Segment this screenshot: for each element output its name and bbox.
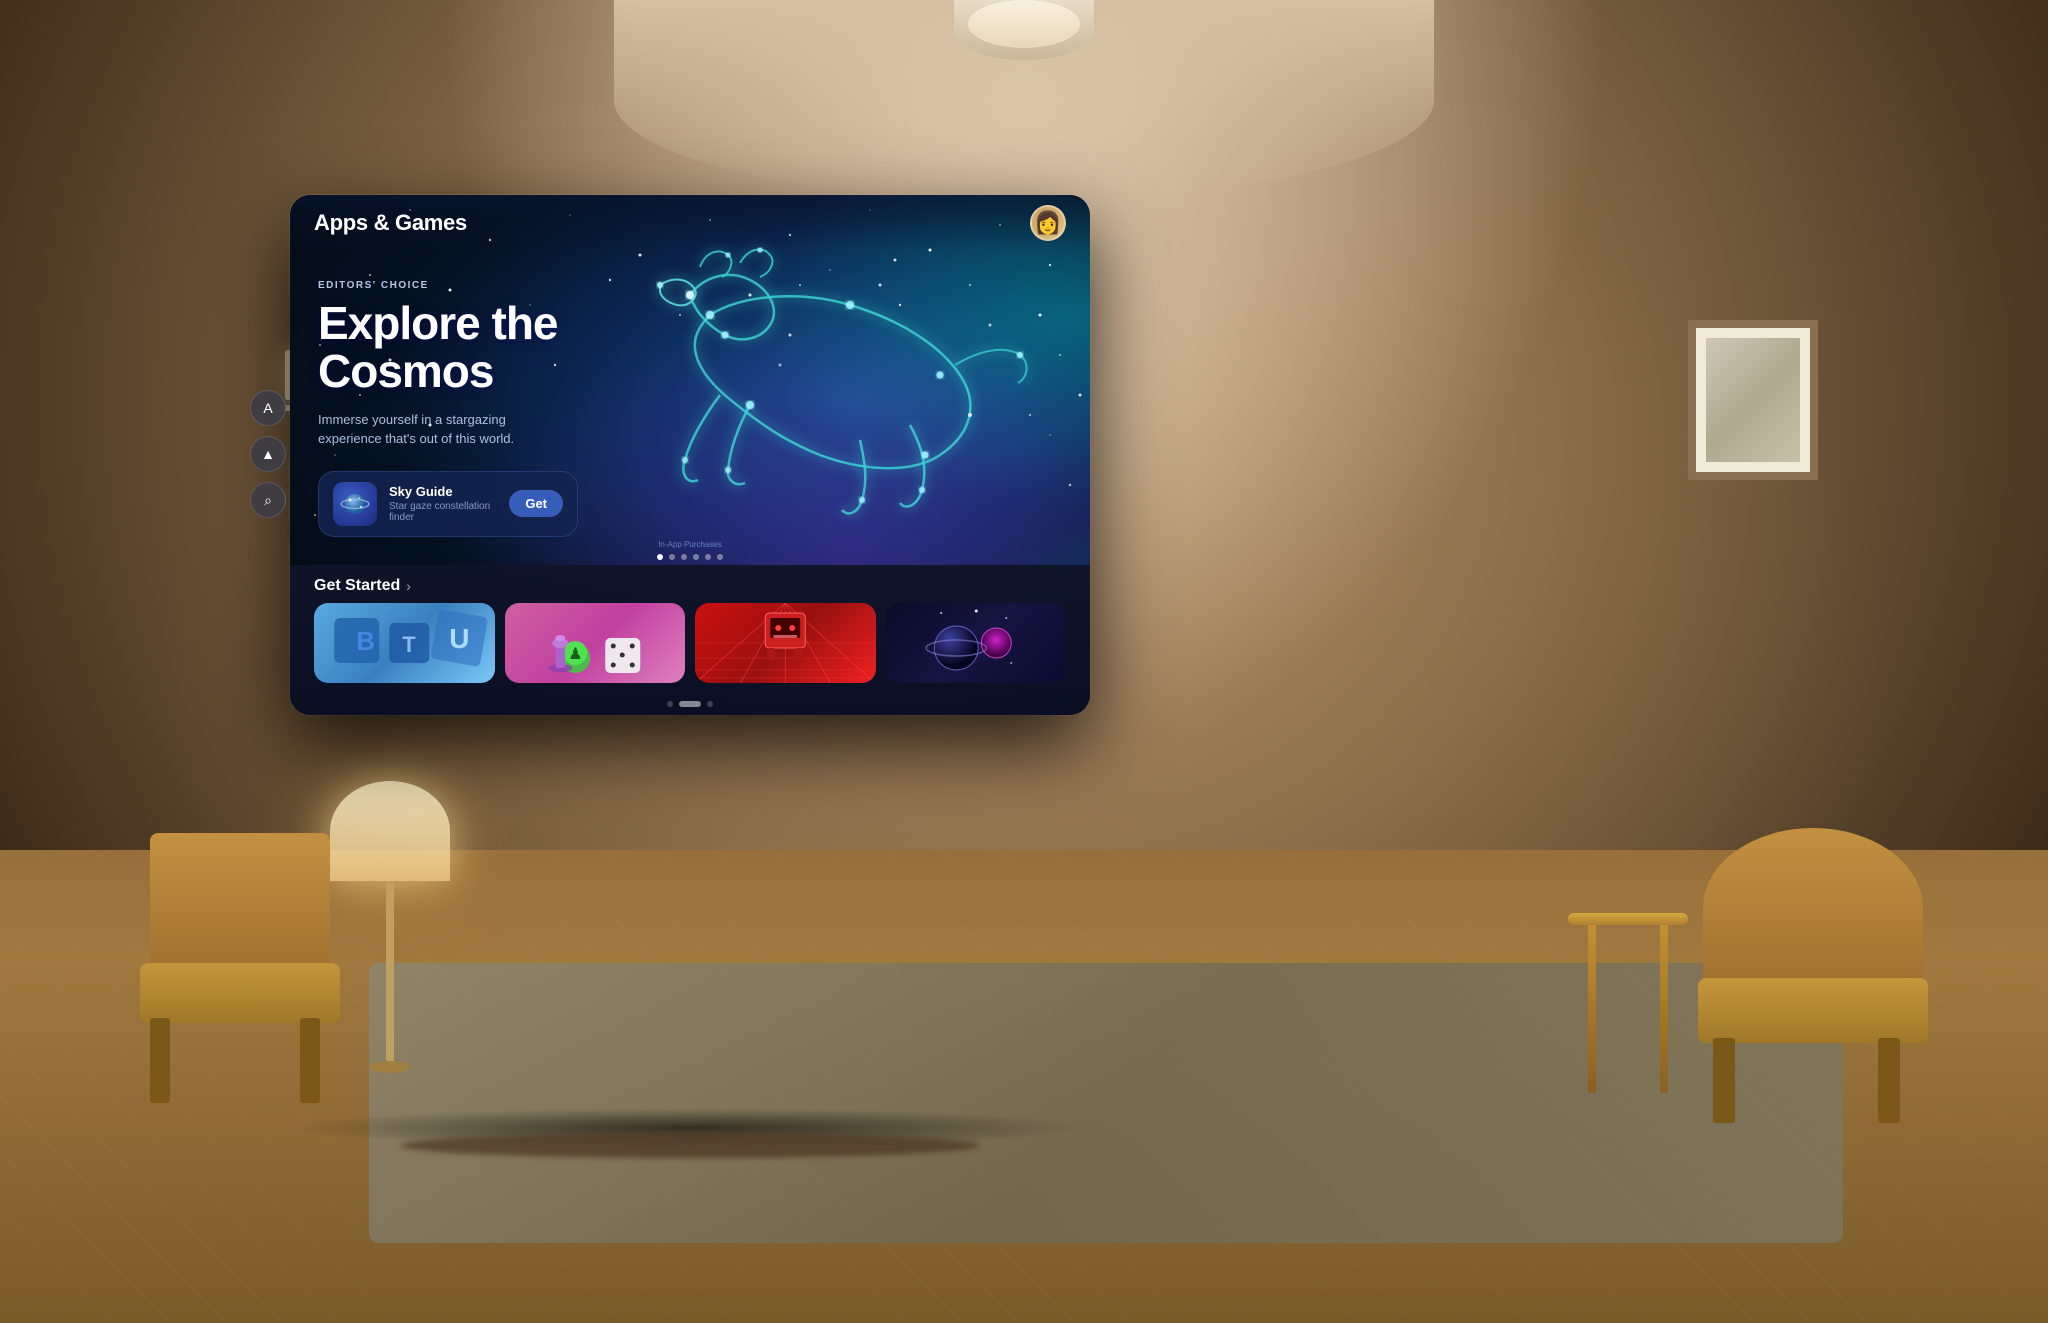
hero-title-line2: Cosmos: [318, 345, 493, 397]
app3-art: [695, 603, 876, 683]
right-chair: [1688, 823, 1948, 1123]
in-app-purchases-label: In-App Purchases: [318, 540, 1062, 549]
bottom-app-1[interactable]: B T U: [314, 603, 495, 683]
hero-title-line1: Explore the: [318, 297, 558, 349]
bottom-app-2[interactable]: ♟: [505, 603, 686, 683]
pagination-dot-1[interactable]: [657, 554, 663, 560]
app-card-wrapper: Sky Guide Star gaze constellation finder…: [318, 471, 1062, 549]
apps-icon: A: [263, 400, 272, 416]
app1-art: B T U: [314, 603, 495, 683]
svg-text:♟: ♟: [568, 646, 582, 663]
user-avatar[interactable]: [1030, 205, 1066, 241]
bottom-app-4[interactable]: [886, 603, 1067, 683]
app-subtitle: Star gaze constellation finder: [389, 501, 509, 523]
arcade-icon: ▲: [261, 446, 275, 462]
editors-choice-label: EDITORS' CHOICE: [318, 280, 1062, 291]
hero-title: Explore the Cosmos: [318, 299, 1062, 396]
sidebar-controls: A ▲ ⌕: [250, 390, 286, 518]
app4-art: [886, 603, 1067, 683]
bottom-apps-row: B T U ♟: [290, 603, 1090, 683]
app-name: Sky Guide: [389, 484, 509, 499]
app-info: Sky Guide Star gaze constellation finder: [389, 484, 509, 523]
left-chair: [130, 823, 360, 1103]
bottom-app-3[interactable]: [695, 603, 876, 683]
svg-text:T: T: [402, 632, 416, 657]
get-started-chevron[interactable]: ›: [406, 578, 411, 594]
svg-text:U: U: [449, 623, 469, 654]
header-bar: Apps & Games: [290, 195, 1090, 250]
pagination-dot-3[interactable]: [681, 554, 687, 560]
window-scrollbar: [667, 701, 713, 707]
get-started-header: Get Started ›: [290, 565, 1090, 603]
window-platform: [400, 1133, 980, 1158]
app-title: Apps & Games: [314, 210, 467, 236]
bottom-section: Get Started › B T U: [290, 565, 1090, 715]
search-button[interactable]: ⌕: [250, 482, 286, 518]
hero-description: Immerse yourself in a stargazing experie…: [318, 410, 538, 449]
scroll-dot-2: [679, 701, 701, 707]
app2-art: ♟: [505, 603, 686, 683]
pagination-dot-4[interactable]: [693, 554, 699, 560]
ceiling-light: [924, 0, 1124, 60]
side-table: [1568, 913, 1688, 1093]
svg-text:B: B: [356, 626, 375, 656]
wall-art-frame: [1688, 320, 1818, 480]
pagination-dot-5[interactable]: [705, 554, 711, 560]
apps-button[interactable]: A: [250, 390, 286, 426]
pagination-dot-6[interactable]: [717, 554, 723, 560]
app-icon: [333, 482, 377, 526]
scroll-dot-3: [707, 701, 713, 707]
app-card[interactable]: Sky Guide Star gaze constellation finder…: [318, 471, 578, 537]
scroll-dot-1: [667, 701, 673, 707]
arcade-button[interactable]: ▲: [250, 436, 286, 472]
pagination-dots: [657, 554, 723, 560]
app-window: Apps & Games EDITORS' CHOICE Explore the…: [290, 195, 1090, 715]
get-started-title: Get Started: [314, 577, 400, 595]
pagination-dot-2[interactable]: [669, 554, 675, 560]
search-icon: ⌕: [264, 492, 272, 509]
sky-guide-icon: [340, 489, 370, 519]
get-button[interactable]: Get: [509, 490, 563, 517]
content-area: EDITORS' CHOICE Explore the Cosmos Immer…: [290, 250, 1090, 565]
floor-lamp: [350, 781, 430, 1073]
